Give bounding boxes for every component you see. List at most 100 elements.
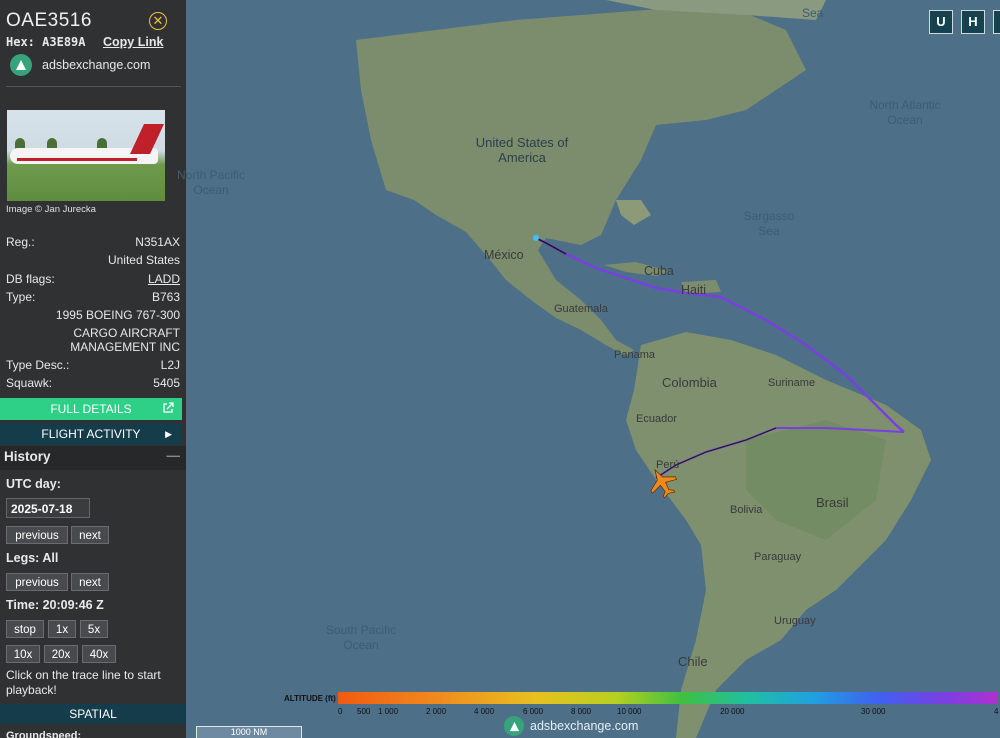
north-pacific-label: North Pacific Ocean: [176, 168, 246, 197]
speed-10x-button[interactable]: 10x: [6, 645, 40, 663]
mexico-label: México: [484, 248, 524, 262]
type-value: B763: [151, 290, 180, 304]
speed-20x-button[interactable]: 20x: [44, 645, 78, 663]
altitude-tick: 20 000: [720, 707, 745, 716]
ladd-link[interactable]: LADD: [148, 272, 180, 286]
peru-label: Perú: [656, 459, 680, 471]
hex-row: Hex: A3E89A: [6, 35, 86, 49]
altitude-tick: 10 000: [617, 707, 642, 716]
close-icon[interactable]: ✕: [149, 12, 167, 30]
speed-5x-button[interactable]: 5x: [80, 620, 108, 638]
full-details-button[interactable]: FULL DETAILS: [0, 398, 182, 420]
cuba-label: Cuba: [644, 264, 674, 278]
utc-day-label: UTC day:: [6, 477, 61, 491]
history-title: History: [4, 449, 51, 464]
adsbx-logo-icon: [504, 716, 524, 736]
operator-line1: CARGO AIRCRAFT: [73, 326, 180, 340]
hex-value: A3E89A: [42, 35, 86, 49]
plane-stripe: [17, 158, 137, 161]
haiti-label: Haiti: [681, 283, 707, 297]
adsbx-logo-icon: [10, 54, 32, 76]
panama-label: Panama: [614, 349, 655, 361]
guatemala-label: Guatemala: [554, 303, 608, 315]
history-toggle-button[interactable]: H: [961, 10, 985, 34]
previous-day-button[interactable]: previous: [6, 526, 68, 544]
altitude-tick: 0: [338, 707, 343, 716]
reg-value: N351AX: [135, 235, 180, 249]
map-view[interactable]: Sea North Atlantic Ocean North Pacific O…: [177, 0, 1000, 738]
typedesc-value: L2J: [160, 358, 180, 372]
chevron-right-icon: ▶: [165, 428, 172, 439]
legs-label: Legs: All: [6, 551, 59, 565]
history-header[interactable]: History —: [0, 446, 186, 470]
usa-label: United States of America: [475, 135, 569, 165]
site-label: adsbexchange.com: [42, 58, 151, 72]
footer-brand[interactable]: adsbexchange.com: [504, 716, 638, 736]
aircraft-info-sidebar: OAE3516 ✕ Hex: A3E89A Copy Link adsbexch…: [0, 0, 186, 738]
chile-label: Chile: [678, 654, 708, 669]
stop-button[interactable]: stop: [6, 620, 44, 638]
altitude-tick: 4: [994, 707, 999, 716]
flight-activity-button[interactable]: FLIGHT ACTIVITY ▶: [0, 423, 182, 445]
playback-help-text: Click on the trace line to start playbac…: [6, 668, 161, 697]
full-details-label: FULL DETAILS: [50, 402, 132, 416]
altitude-legend-title: ALTITUDE (ft): [284, 694, 336, 703]
squawk-row: Squawk: 5405: [6, 376, 180, 390]
altitude-tick: 6 000: [523, 707, 544, 716]
time-label: Time: 20:09:46 Z: [6, 598, 104, 612]
north-atlantic-label: North Atlantic Ocean: [869, 98, 941, 127]
country-value: United States: [107, 253, 180, 267]
brasil-label: Brasil: [816, 495, 849, 510]
sea-label: Sea: [802, 6, 824, 20]
divider: [6, 86, 181, 87]
next-day-button[interactable]: next: [71, 526, 109, 544]
aircraft-photo[interactable]: [7, 110, 165, 201]
paraguay-label: Paraguay: [754, 551, 802, 563]
date-input[interactable]: 2025-07-18: [6, 498, 90, 518]
operator-line2: MANAGEMENT INC: [70, 340, 180, 354]
footer-site-label: adsbexchange.com: [530, 719, 639, 733]
groundspeed-label: Groundspeed:: [6, 730, 82, 738]
map-scale: 1000 NM: [196, 726, 302, 738]
units-button[interactable]: U: [929, 10, 953, 34]
sargasso-label: Sargasso Sea: [743, 209, 795, 238]
reg-label: Reg.:: [6, 235, 35, 249]
collapse-icon[interactable]: —: [167, 448, 181, 463]
squawk-value: 5405: [153, 376, 180, 390]
colombia-label: Colombia: [662, 375, 717, 390]
model-value: 1995 BOEING 767-300: [55, 308, 180, 322]
external-link-icon: [163, 402, 174, 413]
type-row: Type: B763: [6, 290, 180, 304]
copy-link[interactable]: Copy Link: [103, 35, 163, 49]
altitude-tick: 4 000: [474, 707, 495, 716]
dbflags-row: DB flags: LADD: [6, 272, 180, 286]
image-credit: Image © Jan Jurecka: [6, 204, 96, 215]
ecuador-label: Ecuador: [636, 413, 677, 425]
altitude-tick: 30 000: [861, 707, 886, 716]
dbflags-label: DB flags:: [6, 272, 55, 286]
extra-map-button[interactable]: [993, 10, 1000, 34]
altitude-tick: 1 000: [378, 707, 399, 716]
reg-row: Reg.: N351AX: [6, 235, 180, 249]
uruguay-label: Uruguay: [774, 615, 816, 627]
typedesc-row: Type Desc.: L2J: [6, 358, 180, 372]
next-leg-button[interactable]: next: [71, 573, 109, 591]
plane-tail: [130, 124, 164, 154]
squawk-label: Squawk:: [6, 376, 53, 390]
flight-activity-label: FLIGHT ACTIVITY: [41, 427, 141, 441]
south-pacific-label: South Pacific Ocean: [325, 623, 397, 652]
altitude-tick: 2 000: [426, 707, 447, 716]
site-link[interactable]: adsbexchange.com: [10, 54, 150, 76]
speed-40x-button[interactable]: 40x: [82, 645, 116, 663]
type-label: Type:: [6, 290, 36, 304]
speed-1x-button[interactable]: 1x: [48, 620, 76, 638]
suriname-label: Suriname: [768, 377, 816, 389]
callsign: OAE3516: [6, 10, 92, 31]
altitude-tick: 8 000: [571, 707, 592, 716]
typedesc-label: Type Desc.:: [6, 358, 70, 372]
hex-label: Hex:: [6, 35, 35, 49]
bolivia-label: Bolivia: [730, 504, 763, 516]
track-start-marker: [533, 235, 539, 241]
previous-leg-button[interactable]: previous: [6, 573, 68, 591]
spatial-section-header[interactable]: SPATIAL: [0, 704, 186, 724]
